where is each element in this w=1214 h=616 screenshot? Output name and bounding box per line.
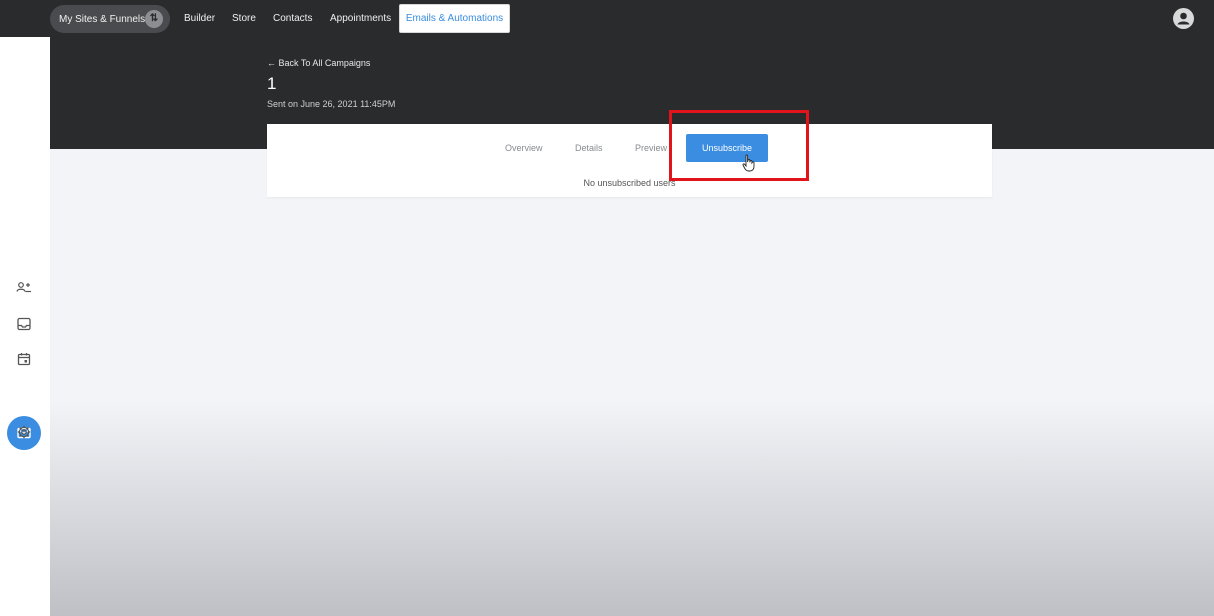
left-sidebar [0,37,50,616]
sites-funnels-switcher[interactable]: My Sites & Funnels ⇅ [50,5,170,33]
tab-preview[interactable]: Preview [635,140,667,156]
background-shade [50,400,1214,616]
tab-overview[interactable]: Overview [505,140,543,156]
sent-date: Sent on June 26, 2021 11:45PM [267,99,396,109]
empty-state-message: No unsubscribed users [583,178,676,188]
back-to-campaigns-link[interactable]: ← Back To All Campaigns [267,58,370,68]
account-icon[interactable] [1173,8,1194,29]
campaign-title: 1 [267,74,277,93]
nav-builder[interactable]: Builder [184,0,215,37]
sites-label: My Sites & Funnels [59,13,146,25]
nav-store[interactable]: Store [232,0,256,37]
swap-icon: ⇅ [145,10,163,28]
pointer-cursor-icon [742,154,755,172]
calendar-icon[interactable] [16,351,32,367]
nav-emails-automations[interactable]: Emails & Automations [399,4,510,33]
campaign-card: Overview Details Preview Unsubscribe No … [267,124,992,197]
nav-contacts[interactable]: Contacts [273,0,312,37]
nav-appointments[interactable]: Appointments [330,0,391,37]
contacts-icon[interactable] [16,280,32,296]
highlight-box [669,110,809,181]
inbox-icon[interactable] [16,316,32,332]
tab-details[interactable]: Details [575,140,603,156]
top-navbar: My Sites & Funnels ⇅ Builder Store Conta… [0,0,1214,37]
settings-icon[interactable] [16,424,32,440]
